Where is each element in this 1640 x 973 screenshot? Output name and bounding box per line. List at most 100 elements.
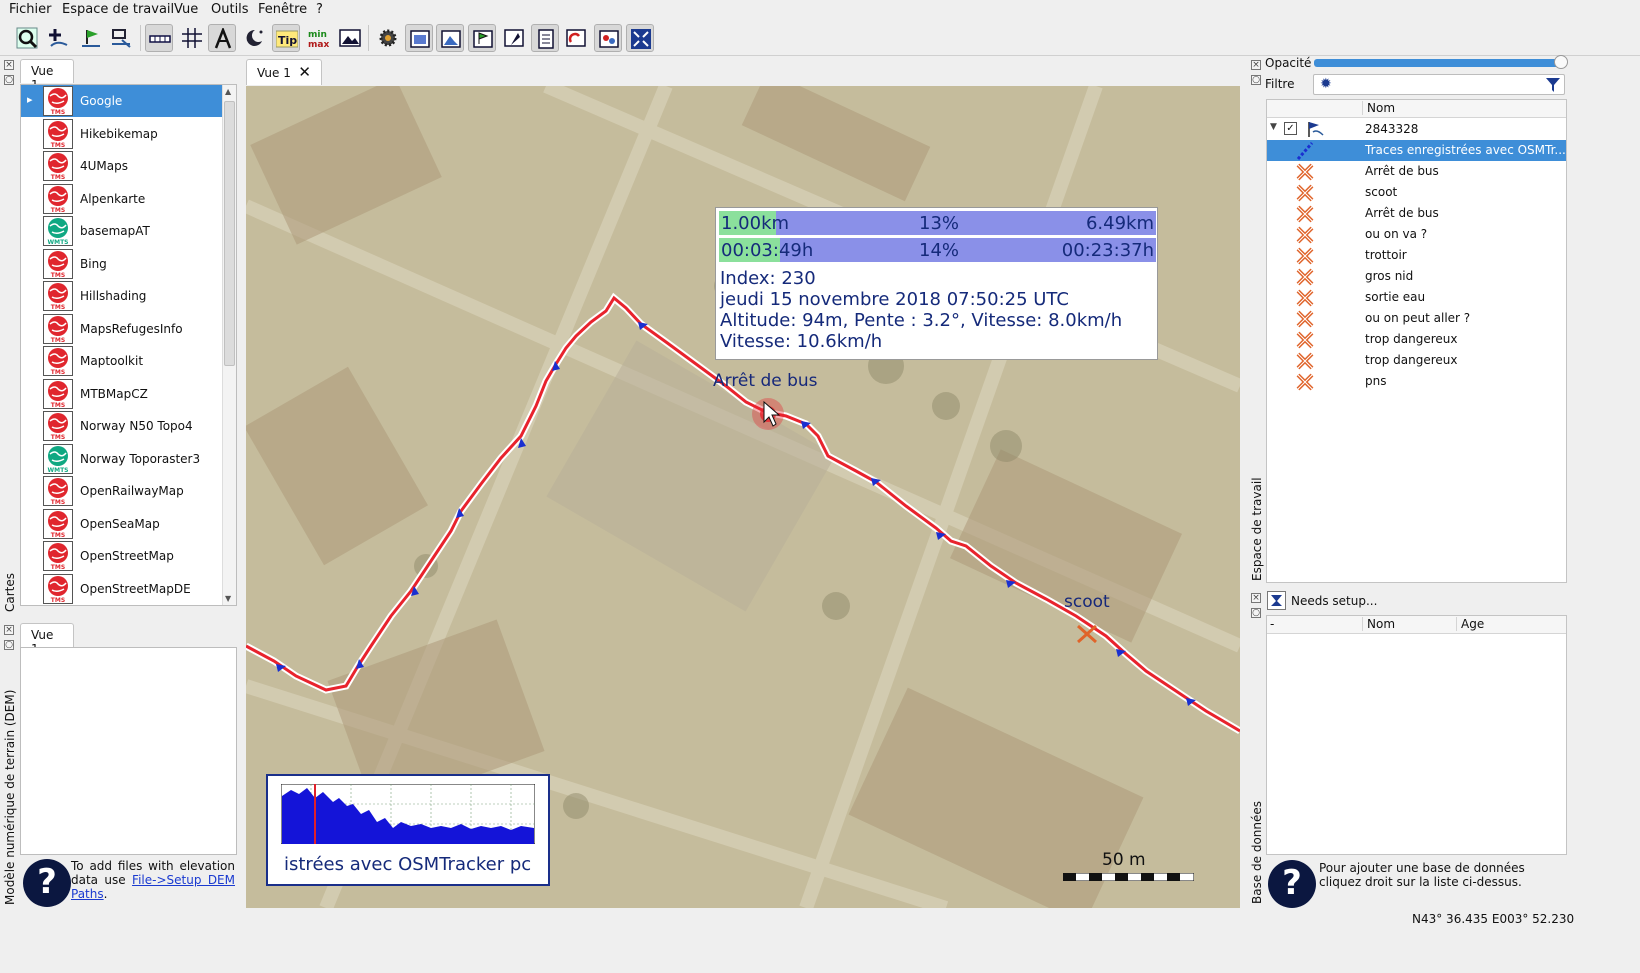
waypoint-item[interactable]: trottoir bbox=[1267, 245, 1566, 266]
map-source-item[interactable]: TMS OpenStreetMap bbox=[21, 540, 223, 572]
map-source-item[interactable]: TMS 4UMaps bbox=[21, 150, 223, 182]
window5-icon[interactable] bbox=[531, 24, 559, 52]
tab-maps-view1[interactable]: Vue 1 bbox=[20, 59, 74, 92]
edit-route-icon[interactable] bbox=[107, 24, 135, 52]
workspace-item-label: ou on va ? bbox=[1365, 227, 1428, 241]
window4-icon[interactable] bbox=[500, 24, 528, 52]
fullscreen-icon[interactable] bbox=[626, 24, 654, 52]
grid-icon[interactable] bbox=[178, 24, 206, 52]
window6-icon[interactable] bbox=[562, 24, 590, 52]
dem-dock-close-icon[interactable]: × bbox=[4, 625, 14, 635]
project-row[interactable]: ▼ ✓ 2843328 bbox=[1267, 119, 1566, 140]
map-list-scrollbar[interactable]: ▲ ▼ bbox=[222, 85, 236, 605]
project-name: 2843328 bbox=[1365, 122, 1419, 136]
menu-view[interactable]: Vue bbox=[174, 2, 198, 17]
waypoint-item[interactable]: trop dangereux bbox=[1267, 329, 1566, 350]
tms-globe-icon: TMS bbox=[43, 118, 73, 149]
map-source-item[interactable]: TMS Hillshading bbox=[21, 280, 223, 312]
waypoint-item[interactable]: gros nid bbox=[1267, 266, 1566, 287]
map-source-item[interactable]: TMS Norway N50 Topo4 bbox=[21, 410, 223, 442]
ruler-icon[interactable] bbox=[145, 24, 173, 52]
toolbar: Tip min max bbox=[0, 20, 1640, 56]
db-column-age[interactable]: Age bbox=[1456, 617, 1484, 631]
time-done: 00:03:49h bbox=[721, 240, 814, 261]
map-source-item[interactable]: TMS Hikebikemap bbox=[21, 118, 223, 150]
window2-icon[interactable] bbox=[436, 24, 464, 52]
tip-icon[interactable]: Tip bbox=[272, 24, 300, 52]
ws-dock-close-icon[interactable]: × bbox=[1251, 60, 1261, 70]
map-source-item[interactable]: TMS OpenStreetMapDE bbox=[21, 573, 223, 605]
map-list[interactable]: ▸ TMS Google TMS Hikebikemap TMS 4UMaps TMS Alpe… bbox=[20, 84, 237, 606]
dock-close-icon[interactable]: × bbox=[4, 60, 14, 70]
dock-float-icon[interactable]: ○ bbox=[4, 75, 14, 85]
menu-file[interactable]: Fichier bbox=[9, 2, 52, 17]
image-icon[interactable] bbox=[336, 24, 364, 52]
menu-tools[interactable]: Outils bbox=[211, 2, 249, 17]
waypoint-item[interactable]: ou on peut aller ? bbox=[1267, 308, 1566, 329]
filter-input[interactable]: ✹ bbox=[1313, 74, 1565, 95]
waypoint-item[interactable]: Arrêt de bus bbox=[1267, 161, 1566, 182]
dem-list[interactable] bbox=[20, 647, 237, 855]
close-tab-icon[interactable]: ✕ bbox=[298, 63, 311, 81]
svg-text:WMTS: WMTS bbox=[47, 467, 68, 474]
map-source-item[interactable]: WMTS basemapAT bbox=[21, 215, 223, 247]
column-name-header[interactable]: Nom bbox=[1362, 101, 1395, 115]
map-source-item[interactable]: TMS OpenSeaMap bbox=[21, 508, 223, 540]
window1-icon[interactable] bbox=[405, 24, 433, 52]
waypoint-item[interactable]: scoot bbox=[1267, 182, 1566, 203]
expand-arrow-icon[interactable]: ▼ bbox=[1270, 122, 1277, 132]
waypoint-item[interactable]: trop dangereux bbox=[1267, 350, 1566, 371]
filter-funnel-icon[interactable] bbox=[1545, 77, 1561, 93]
tms-globe-icon: TMS bbox=[43, 248, 73, 279]
waypoint-item[interactable]: sortie eau bbox=[1267, 287, 1566, 308]
expand-arrow-icon[interactable]: ▸ bbox=[27, 93, 33, 106]
window3-icon[interactable] bbox=[468, 24, 496, 52]
map-source-item[interactable]: TMS OpenRailwayMap bbox=[21, 475, 223, 507]
add-route-icon[interactable] bbox=[77, 24, 105, 52]
opacity-slider[interactable] bbox=[1314, 55, 1568, 69]
database-table[interactable]: - Nom Age bbox=[1266, 615, 1567, 855]
tab-dem-view1[interactable]: Vue 1 bbox=[20, 623, 74, 656]
map-source-item[interactable]: TMS Maptoolkit bbox=[21, 345, 223, 377]
db-dock-float-icon[interactable]: ○ bbox=[1251, 608, 1261, 618]
track-item[interactable]: Traces enregistrées avec OSMTr... bbox=[1267, 140, 1566, 161]
db-column-dash[interactable]: - bbox=[1270, 617, 1274, 631]
map-source-item[interactable]: TMS MapsRefugesInfo bbox=[21, 313, 223, 345]
map-source-item[interactable]: TMS MTBMapCZ bbox=[21, 378, 223, 410]
workspace-tree[interactable]: Nom ▼ ✓ 2843328 Traces enregistrées avec… bbox=[1266, 99, 1567, 583]
ws-dock-float-icon[interactable]: ○ bbox=[1251, 75, 1261, 85]
map-source-item[interactable]: WMTS Norway Toporaster3 bbox=[21, 443, 223, 475]
menu-window[interactable]: Fenêtre bbox=[258, 2, 307, 17]
workspace-item-label: sortie eau bbox=[1365, 290, 1426, 304]
add-waypoint-icon[interactable] bbox=[44, 24, 72, 52]
db-dock-close-icon[interactable]: × bbox=[1251, 593, 1261, 603]
db-setup-icon[interactable] bbox=[1267, 591, 1286, 610]
text-tool-icon[interactable] bbox=[208, 24, 236, 52]
dem-help-suffix: . bbox=[103, 887, 108, 901]
db-column-name[interactable]: Nom bbox=[1362, 617, 1395, 631]
waypoint-item[interactable]: ou on va ? bbox=[1267, 224, 1566, 245]
map-source-item[interactable]: TMS Alpenkarte bbox=[21, 183, 223, 215]
menu-workspace[interactable]: Espace de travail bbox=[62, 2, 174, 17]
menu-help[interactable]: ? bbox=[316, 2, 323, 17]
map-source-item[interactable]: ▸ TMS Google bbox=[21, 85, 223, 117]
tms-globe-icon: TMS bbox=[43, 281, 73, 311]
filter-settings-icon[interactable]: ✹ bbox=[1320, 76, 1332, 92]
waypoint-item[interactable]: pns bbox=[1267, 371, 1566, 392]
night-mode-icon[interactable] bbox=[240, 24, 268, 52]
waypoint-item[interactable]: Arrêt de bus bbox=[1267, 203, 1566, 224]
zoom-search-icon[interactable] bbox=[13, 24, 41, 52]
elevation-mini-profile[interactable]: istrées avec OSMTracker pc bbox=[266, 774, 550, 886]
workspace-header: Nom bbox=[1267, 100, 1566, 118]
min-max-icon[interactable]: min max bbox=[304, 24, 332, 52]
map-source-item[interactable]: TMS Bing bbox=[21, 248, 223, 280]
window7-icon[interactable] bbox=[594, 24, 622, 52]
dem-dock-float-icon[interactable]: ○ bbox=[4, 640, 14, 650]
opacity-slider-handle[interactable] bbox=[1554, 55, 1568, 69]
settings-gear-icon[interactable] bbox=[374, 24, 402, 52]
tab-map-view1[interactable]: Vue 1 ✕ bbox=[246, 59, 322, 85]
scale-bar bbox=[1063, 873, 1194, 881]
map-canvas[interactable]: Arrêt de bus scoot 1.00km 13% 6.49km 00:… bbox=[246, 86, 1240, 908]
svg-text:max: max bbox=[308, 40, 329, 49]
project-checkbox[interactable]: ✓ bbox=[1284, 122, 1297, 135]
